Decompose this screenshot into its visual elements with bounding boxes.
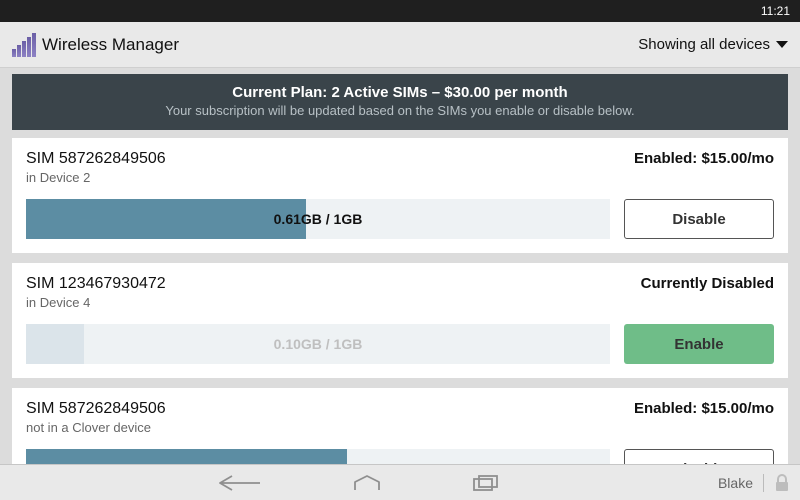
sim-location: in Device 2 — [26, 170, 166, 185]
sim-location: in Device 4 — [26, 295, 166, 310]
sim-name: SIM 587262849506 — [26, 400, 166, 418]
signal-bars-icon — [12, 33, 36, 57]
enable-button[interactable]: Enable — [624, 324, 774, 364]
disable-button[interactable]: Disable — [624, 199, 774, 239]
sim-name: SIM 123467930472 — [26, 275, 166, 293]
sim-card: SIM 123467930472 in Device 4 Currently D… — [12, 263, 788, 378]
status-time: 11:21 — [761, 4, 790, 18]
plan-title: Current Plan: 2 Active SIMs – $30.00 per… — [24, 84, 776, 101]
home-icon[interactable] — [352, 474, 382, 492]
usage-bar: 0.10GB / 1GB — [26, 324, 610, 364]
recent-apps-icon[interactable] — [472, 474, 500, 492]
android-status-bar: 11:21 — [0, 0, 800, 22]
lock-icon[interactable] — [774, 474, 790, 492]
sim-status: Enabled: $15.00/mo — [634, 400, 774, 417]
sim-location: not in a Clover device — [26, 420, 166, 435]
usage-bar — [26, 449, 610, 464]
android-navbar: Blake — [0, 464, 800, 500]
device-filter-dropdown[interactable]: Showing all devices — [638, 36, 788, 53]
chevron-down-icon — [776, 41, 788, 48]
usage-label: 0.61GB / 1GB — [26, 199, 610, 239]
divider — [763, 474, 764, 492]
sim-card: SIM 587262849506 not in a Clover device … — [12, 388, 788, 464]
sim-status: Enabled: $15.00/mo — [634, 150, 774, 167]
device-filter-label: Showing all devices — [638, 36, 770, 53]
plan-banner: Current Plan: 2 Active SIMs – $30.00 per… — [12, 74, 788, 130]
content-scroll: Current Plan: 2 Active SIMs – $30.00 per… — [0, 68, 800, 464]
sim-status: Currently Disabled — [641, 275, 774, 292]
current-user[interactable]: Blake — [718, 475, 753, 491]
plan-subtitle: Your subscription will be updated based … — [24, 103, 776, 118]
usage-label: 0.10GB / 1GB — [26, 324, 610, 364]
app-topbar: Wireless Manager Showing all devices — [0, 22, 800, 68]
back-icon[interactable] — [218, 474, 262, 492]
sim-name: SIM 587262849506 — [26, 150, 166, 168]
sim-card: SIM 587262849506 in Device 2 Enabled: $1… — [12, 138, 788, 253]
disable-button[interactable]: Disable — [624, 449, 774, 464]
usage-label — [26, 449, 610, 464]
app-title: Wireless Manager — [42, 35, 179, 55]
usage-bar: 0.61GB / 1GB — [26, 199, 610, 239]
